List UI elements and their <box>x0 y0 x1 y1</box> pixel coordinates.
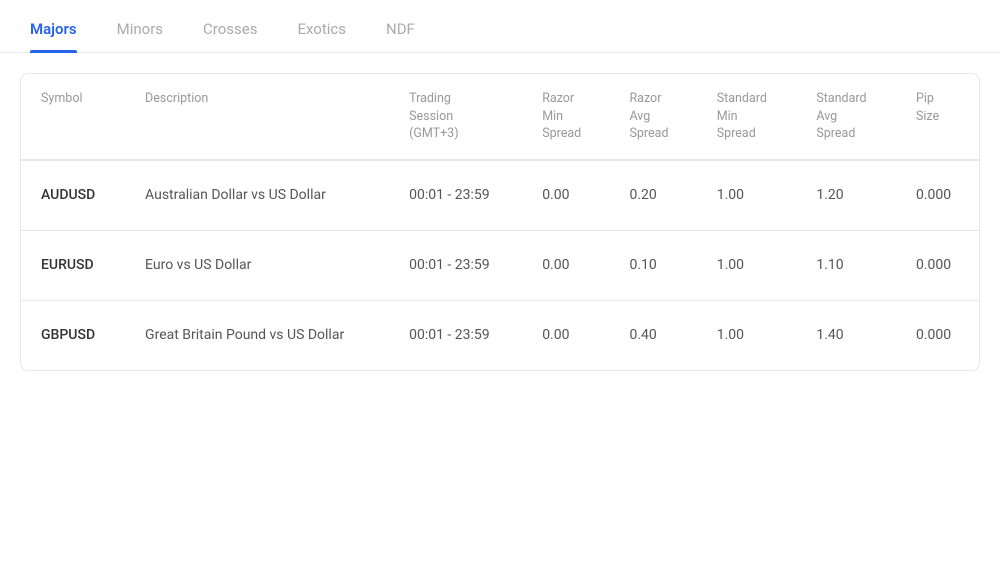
col-header-symbol: Symbol <box>21 74 125 160</box>
data-table-container: SymbolDescriptionTrading Session (GMT+3)… <box>20 73 980 371</box>
col-header-trading_session: Trading Session (GMT+3) <box>389 74 522 160</box>
cell-razor_avg_spread: 0.10 <box>609 230 696 300</box>
cell-trading_session: 00:01 - 23:59 <box>389 300 522 370</box>
cell-standard_avg_spread: 1.40 <box>796 300 896 370</box>
cell-razor_min_spread: 0.00 <box>522 230 609 300</box>
cell-trading_session: 00:01 - 23:59 <box>389 160 522 231</box>
col-header-standard_min_spread: Standard Min Spread <box>697 74 797 160</box>
col-header-pip_size: Pip Size <box>896 74 979 160</box>
cell-razor_avg_spread: 0.40 <box>609 300 696 370</box>
cell-symbol: EURUSD <box>21 230 125 300</box>
table-row: EURUSDEuro vs US Dollar00:01 - 23:590.00… <box>21 230 979 300</box>
cell-razor_min_spread: 0.00 <box>522 300 609 370</box>
cell-description: Australian Dollar vs US Dollar <box>125 160 389 231</box>
cell-razor_avg_spread: 0.20 <box>609 160 696 231</box>
table-header-row: SymbolDescriptionTrading Session (GMT+3)… <box>21 74 979 160</box>
cell-symbol: GBPUSD <box>21 300 125 370</box>
cell-standard_avg_spread: 1.20 <box>796 160 896 231</box>
cell-standard_avg_spread: 1.10 <box>796 230 896 300</box>
table-row: GBPUSDGreat Britain Pound vs US Dollar00… <box>21 300 979 370</box>
cell-standard_min_spread: 1.00 <box>697 230 797 300</box>
tab-navigation: Majors Minors Crosses Exotics NDF <box>0 0 1000 53</box>
tab-minors[interactable]: Minors <box>117 0 163 52</box>
cell-standard_min_spread: 1.00 <box>697 160 797 231</box>
col-header-standard_avg_spread: Standard Avg Spread <box>796 74 896 160</box>
tab-exotics[interactable]: Exotics <box>297 0 346 52</box>
tab-ndf[interactable]: NDF <box>386 0 415 52</box>
tab-majors[interactable]: Majors <box>30 0 77 52</box>
col-header-description: Description <box>125 74 389 160</box>
spreads-table: SymbolDescriptionTrading Session (GMT+3)… <box>21 74 979 370</box>
table-row: AUDUSDAustralian Dollar vs US Dollar00:0… <box>21 160 979 231</box>
cell-pip_size: 0.000 <box>896 230 979 300</box>
col-header-razor_avg_spread: Razor Avg Spread <box>609 74 696 160</box>
cell-pip_size: 0.000 <box>896 160 979 231</box>
cell-trading_session: 00:01 - 23:59 <box>389 230 522 300</box>
cell-standard_min_spread: 1.00 <box>697 300 797 370</box>
cell-symbol: AUDUSD <box>21 160 125 231</box>
tab-crosses[interactable]: Crosses <box>203 0 257 52</box>
cell-description: Great Britain Pound vs US Dollar <box>125 300 389 370</box>
cell-description: Euro vs US Dollar <box>125 230 389 300</box>
col-header-razor_min_spread: Razor Min Spread <box>522 74 609 160</box>
cell-razor_min_spread: 0.00 <box>522 160 609 231</box>
cell-pip_size: 0.000 <box>896 300 979 370</box>
table-body: AUDUSDAustralian Dollar vs US Dollar00:0… <box>21 160 979 370</box>
